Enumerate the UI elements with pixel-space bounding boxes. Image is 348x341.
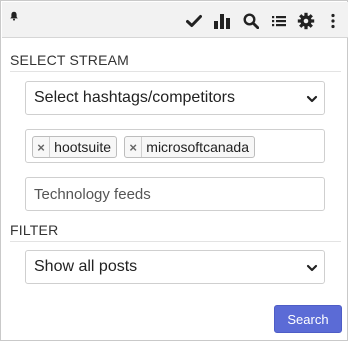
more-vertical-icon[interactable] (324, 12, 342, 30)
bar-chart-icon[interactable] (213, 12, 231, 30)
widget-frame: SELECT STREAM Select hashtags/competitor… (0, 0, 348, 341)
gear-icon[interactable] (297, 12, 315, 30)
technology-feeds-input[interactable]: Technology feeds (25, 177, 325, 211)
filter-heading: FILTER (10, 222, 59, 238)
tags-input[interactable]: × hootsuite × microsoftcanada (25, 129, 325, 163)
search-icon[interactable] (242, 12, 260, 30)
tag-chip: × hootsuite (32, 136, 117, 158)
list-icon[interactable] (270, 12, 288, 30)
filter-posts-dropdown[interactable]: Show all posts (25, 250, 325, 284)
bell-icon[interactable] (9, 8, 19, 21)
tag-label: microsoftcanada (146, 139, 249, 155)
tag-label: hootsuite (54, 139, 111, 155)
chevron-down-icon (306, 261, 318, 273)
remove-tag-icon[interactable]: × (33, 137, 51, 157)
search-button[interactable]: Search (274, 305, 342, 333)
dropdown-value: Show all posts (34, 258, 138, 275)
divider (10, 71, 341, 72)
remove-tag-icon[interactable]: × (125, 137, 143, 157)
input-placeholder: Technology feeds (34, 185, 151, 203)
toolbar (2, 2, 348, 38)
dropdown-value: Select hashtags/competitors (34, 89, 235, 106)
hashtags-competitors-dropdown[interactable]: Select hashtags/competitors (25, 81, 325, 115)
select-stream-heading: SELECT STREAM (10, 52, 130, 68)
chevron-down-icon (306, 92, 318, 104)
check-icon[interactable] (185, 12, 203, 30)
divider (10, 241, 341, 242)
tag-chip: × microsoftcanada (124, 136, 255, 158)
